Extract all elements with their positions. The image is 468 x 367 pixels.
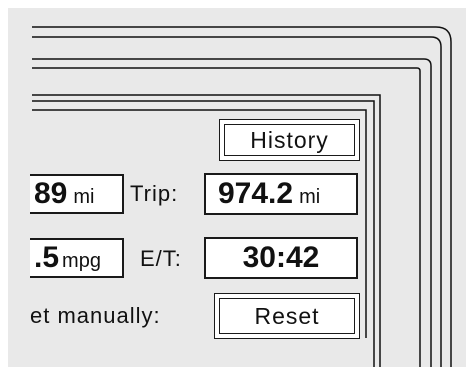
trip-label: Trip: [130, 181, 179, 206]
mpg-field: .5 mpg [30, 238, 124, 278]
mpg-unit: mpg [62, 250, 101, 272]
screen: History 89 mi Trip: 974.2 mi .5 mpg E/T: 30… [0, 0, 468, 367]
reset-label: et manually: [30, 303, 161, 328]
odometer-unit: mi [73, 186, 95, 208]
reset-button[interactable]: Reset [214, 293, 360, 339]
odometer-value: 89 [34, 177, 68, 210]
trip-distance-field: 974.2 mi [204, 173, 358, 215]
trip-distance-value: 974.2 [218, 177, 294, 210]
elapsed-label: E/T: [140, 246, 182, 271]
history-button-label: History [224, 124, 355, 156]
elapsed-time-value: 30:42 [242, 241, 320, 274]
mpg-value: .5 [34, 241, 60, 274]
trip-distance-unit: mi [299, 186, 321, 208]
odometer-field: 89 mi [30, 174, 124, 214]
history-button[interactable]: History [219, 119, 360, 161]
reset-button-label: Reset [219, 298, 355, 334]
elapsed-time-field: 30:42 [204, 237, 358, 279]
